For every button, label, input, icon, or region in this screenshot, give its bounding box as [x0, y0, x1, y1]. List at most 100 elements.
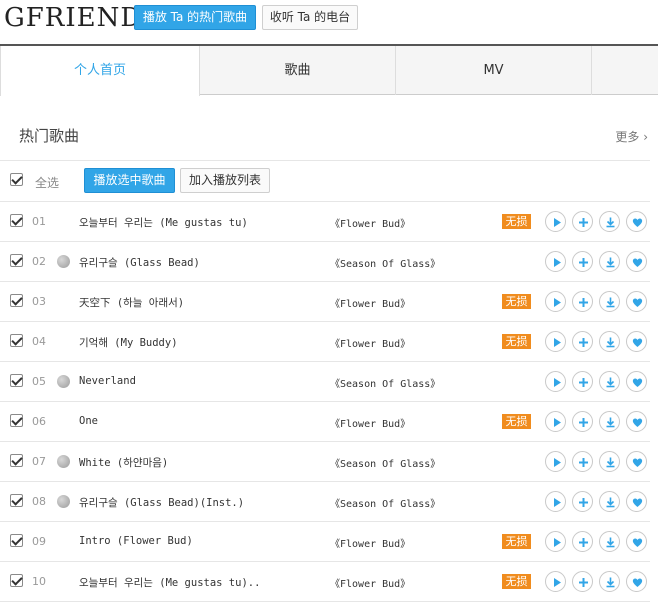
song-checkbox[interactable] — [10, 494, 23, 507]
add-to-playlist-button[interactable]: 加入播放列表 — [180, 168, 270, 193]
song-checkbox[interactable] — [10, 294, 23, 307]
add-icon[interactable] — [572, 251, 593, 272]
song-row[interactable]: 04 기억해 (My Buddy) 《Flower Bud》 无损 — [0, 322, 650, 362]
download-icon[interactable] — [599, 451, 620, 472]
play-selected-button[interactable]: 播放选中歌曲 — [84, 168, 175, 193]
song-index: 10 — [32, 575, 46, 588]
download-icon[interactable] — [599, 531, 620, 552]
lossless-badge: 无损 — [502, 534, 531, 549]
play-icon[interactable] — [545, 571, 566, 592]
download-icon[interactable] — [599, 571, 620, 592]
song-row[interactable]: 03 天空下 (하늘 아래서) 《Flower Bud》 无损 — [0, 282, 650, 322]
add-icon[interactable] — [572, 531, 593, 552]
song-row[interactable]: 10 오늘부터 우리는 (Me gustas tu).. 《Flower Bud》 无… — [0, 562, 650, 602]
album-name[interactable]: 《Season Of Glass》 — [330, 375, 440, 390]
album-name[interactable]: 《Flower Bud》 — [330, 215, 410, 230]
tab-home[interactable]: 个人首页 — [0, 46, 200, 96]
download-icon[interactable] — [599, 371, 620, 392]
download-icon[interactable] — [599, 251, 620, 272]
download-icon[interactable] — [599, 491, 620, 512]
song-row[interactable]: 08 유리구슬 (Glass Bead)(Inst.) 《Season Of Gla… — [0, 482, 650, 522]
add-icon[interactable] — [572, 331, 593, 352]
tab-extra[interactable] — [592, 46, 658, 95]
song-title[interactable]: One — [79, 415, 98, 427]
play-icon[interactable] — [545, 331, 566, 352]
play-icon[interactable] — [545, 451, 566, 472]
song-list: 01 오늘부터 우리는 (Me gustas tu) 《Flower Bud》 无损 0… — [0, 201, 650, 602]
album-name[interactable]: 《Flower Bud》 — [330, 575, 410, 590]
song-title[interactable]: 오늘부터 우리는 (Me gustas tu) — [79, 215, 248, 230]
tab-songs[interactable]: 歌曲 — [200, 46, 396, 95]
download-icon[interactable] — [599, 411, 620, 432]
listen-radio-button[interactable]: 收听 Ta 的电台 — [262, 5, 358, 30]
album-name[interactable]: 《Flower Bud》 — [330, 415, 410, 430]
song-index: 08 — [32, 495, 46, 508]
heart-icon[interactable] — [626, 331, 647, 352]
song-title[interactable]: Intro (Flower Bud) — [79, 535, 193, 547]
add-icon[interactable] — [572, 491, 593, 512]
song-title[interactable]: 기억해 (My Buddy) — [79, 335, 178, 350]
album-name[interactable]: 《Flower Bud》 — [330, 535, 410, 550]
song-title[interactable]: White (하얀마음) — [79, 455, 168, 470]
download-icon[interactable] — [599, 291, 620, 312]
heart-icon[interactable] — [626, 411, 647, 432]
heart-icon[interactable] — [626, 251, 647, 272]
play-hot-songs-button[interactable]: 播放 Ta 的热门歌曲 — [134, 5, 256, 30]
heart-icon[interactable] — [626, 531, 647, 552]
song-row[interactable]: 09 Intro (Flower Bud) 《Flower Bud》 无损 — [0, 522, 650, 562]
song-title[interactable]: 유리구슬 (Glass Bead) — [79, 255, 200, 270]
add-icon[interactable] — [572, 571, 593, 592]
song-checkbox[interactable] — [10, 334, 23, 347]
play-icon[interactable] — [545, 371, 566, 392]
tab-mv[interactable]: MV — [396, 46, 592, 95]
globe-icon — [57, 495, 70, 508]
lossless-badge: 无损 — [502, 334, 531, 349]
song-checkbox[interactable] — [10, 414, 23, 427]
add-icon[interactable] — [572, 411, 593, 432]
album-name[interactable]: 《Flower Bud》 — [330, 295, 410, 310]
song-row[interactable]: 01 오늘부터 우리는 (Me gustas tu) 《Flower Bud》 无损 — [0, 202, 650, 242]
play-icon[interactable] — [545, 531, 566, 552]
play-icon[interactable] — [545, 491, 566, 512]
play-icon[interactable] — [545, 291, 566, 312]
album-name[interactable]: 《Season Of Glass》 — [330, 495, 440, 510]
add-icon[interactable] — [572, 291, 593, 312]
add-icon[interactable] — [572, 451, 593, 472]
play-icon[interactable] — [545, 211, 566, 232]
add-icon[interactable] — [572, 371, 593, 392]
song-row[interactable]: 07 White (하얀마음) 《Season Of Glass》 — [0, 442, 650, 482]
song-title[interactable]: 天空下 (하늘 아래서) — [79, 295, 184, 310]
song-row[interactable]: 06 One 《Flower Bud》 无损 — [0, 402, 650, 442]
heart-icon[interactable] — [626, 211, 647, 232]
heart-icon[interactable] — [626, 291, 647, 312]
heart-icon[interactable] — [626, 491, 647, 512]
album-name[interactable]: 《Season Of Glass》 — [330, 255, 440, 270]
heart-icon[interactable] — [626, 371, 647, 392]
download-icon[interactable] — [599, 211, 620, 232]
heart-icon[interactable] — [626, 571, 647, 592]
song-title[interactable]: Neverland — [79, 375, 136, 387]
song-row[interactable]: 05 Neverland 《Season Of Glass》 — [0, 362, 650, 402]
song-checkbox[interactable] — [10, 254, 23, 267]
add-icon[interactable] — [572, 211, 593, 232]
lossless-badge: 无损 — [502, 574, 531, 589]
song-title[interactable]: 오늘부터 우리는 (Me gustas tu).. — [79, 575, 260, 590]
album-name[interactable]: 《Season Of Glass》 — [330, 455, 440, 470]
song-checkbox[interactable] — [10, 214, 23, 227]
song-checkbox[interactable] — [10, 574, 23, 587]
song-row[interactable]: 02 유리구슬 (Glass Bead) 《Season Of Glass》 — [0, 242, 650, 282]
select-all-label[interactable]: 全选 — [35, 174, 59, 191]
song-title[interactable]: 유리구슬 (Glass Bead)(Inst.) — [79, 495, 244, 510]
heart-icon[interactable] — [626, 451, 647, 472]
song-checkbox[interactable] — [10, 534, 23, 547]
download-icon[interactable] — [599, 331, 620, 352]
song-checkbox[interactable] — [10, 374, 23, 387]
song-checkbox[interactable] — [10, 454, 23, 467]
album-name[interactable]: 《Flower Bud》 — [330, 335, 410, 350]
select-all-checkbox[interactable] — [10, 173, 23, 186]
lossless-badge: 无损 — [502, 214, 531, 229]
play-icon[interactable] — [545, 411, 566, 432]
play-icon[interactable] — [545, 251, 566, 272]
more-link[interactable]: 更多 › — [615, 128, 648, 145]
song-index: 03 — [32, 295, 46, 308]
